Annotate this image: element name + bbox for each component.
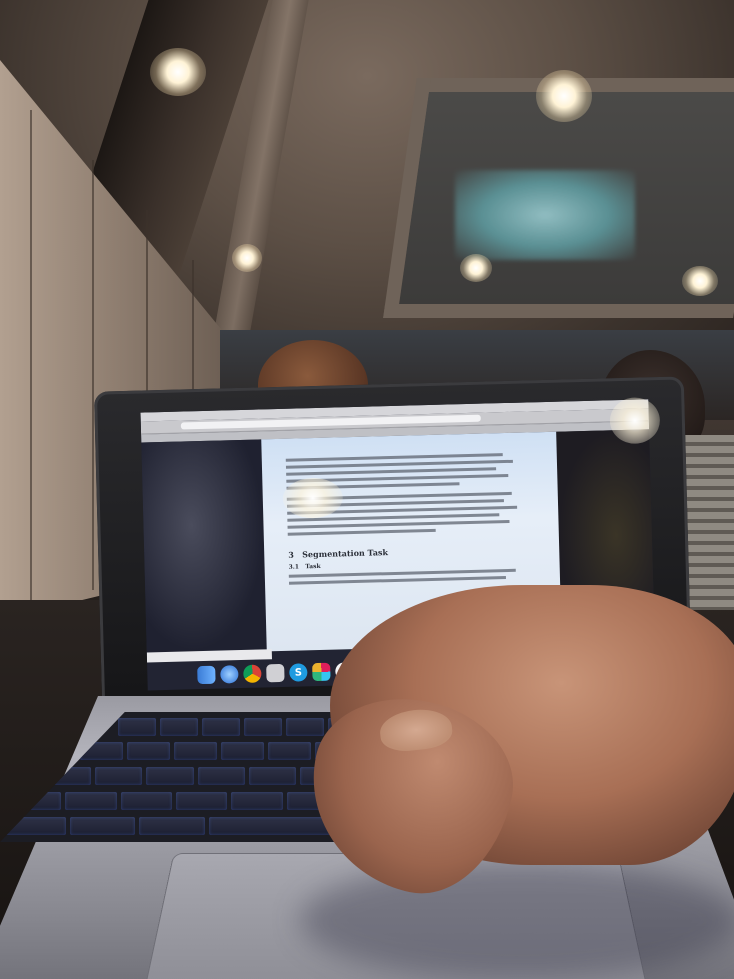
status-strip	[146, 649, 273, 663]
projection-light	[455, 170, 635, 260]
wall-panel-line	[92, 160, 94, 590]
photo-scene: 3 Segmentation Task 3.1 Task S ♪	[0, 0, 734, 979]
section-number: 3	[288, 549, 294, 560]
text-line	[287, 528, 436, 536]
safari-icon[interactable]	[220, 665, 239, 684]
desktop-bg-left	[141, 439, 267, 653]
key[interactable]	[268, 742, 311, 760]
key[interactable]	[286, 718, 324, 736]
tool-icon[interactable]	[266, 663, 285, 683]
ceiling-light	[536, 70, 592, 122]
key[interactable]	[231, 792, 283, 810]
skype-icon[interactable]: S	[289, 663, 308, 682]
key[interactable]	[69, 817, 136, 835]
key[interactable]	[174, 742, 217, 760]
subsection-title: Task	[305, 562, 321, 571]
key[interactable]	[221, 742, 264, 760]
subsection-number: 3.1	[288, 563, 300, 571]
section-title: Segmentation Task	[302, 547, 389, 560]
finder-icon[interactable]	[197, 665, 216, 685]
key[interactable]	[65, 792, 117, 810]
key[interactable]	[202, 718, 240, 736]
key[interactable]	[244, 718, 282, 736]
key[interactable]	[118, 718, 156, 736]
wall-panel-line	[30, 110, 32, 610]
ceiling-light	[682, 266, 718, 296]
text-line	[288, 576, 507, 585]
key[interactable]	[95, 767, 143, 785]
key[interactable]	[120, 792, 172, 810]
ceiling-light	[150, 48, 206, 96]
key[interactable]	[146, 767, 194, 785]
key[interactable]	[127, 742, 170, 760]
text-line	[287, 519, 510, 529]
chrome-icon[interactable]	[243, 664, 262, 683]
key[interactable]	[139, 817, 205, 835]
ceiling-light	[460, 254, 492, 282]
slack-icon[interactable]	[312, 662, 331, 682]
key[interactable]	[160, 718, 198, 736]
key[interactable]	[248, 767, 296, 785]
key[interactable]	[175, 792, 228, 810]
lid-glare	[609, 396, 661, 445]
hand-shadow	[300, 860, 734, 979]
ceiling-light	[232, 244, 262, 272]
key[interactable]	[197, 767, 245, 785]
